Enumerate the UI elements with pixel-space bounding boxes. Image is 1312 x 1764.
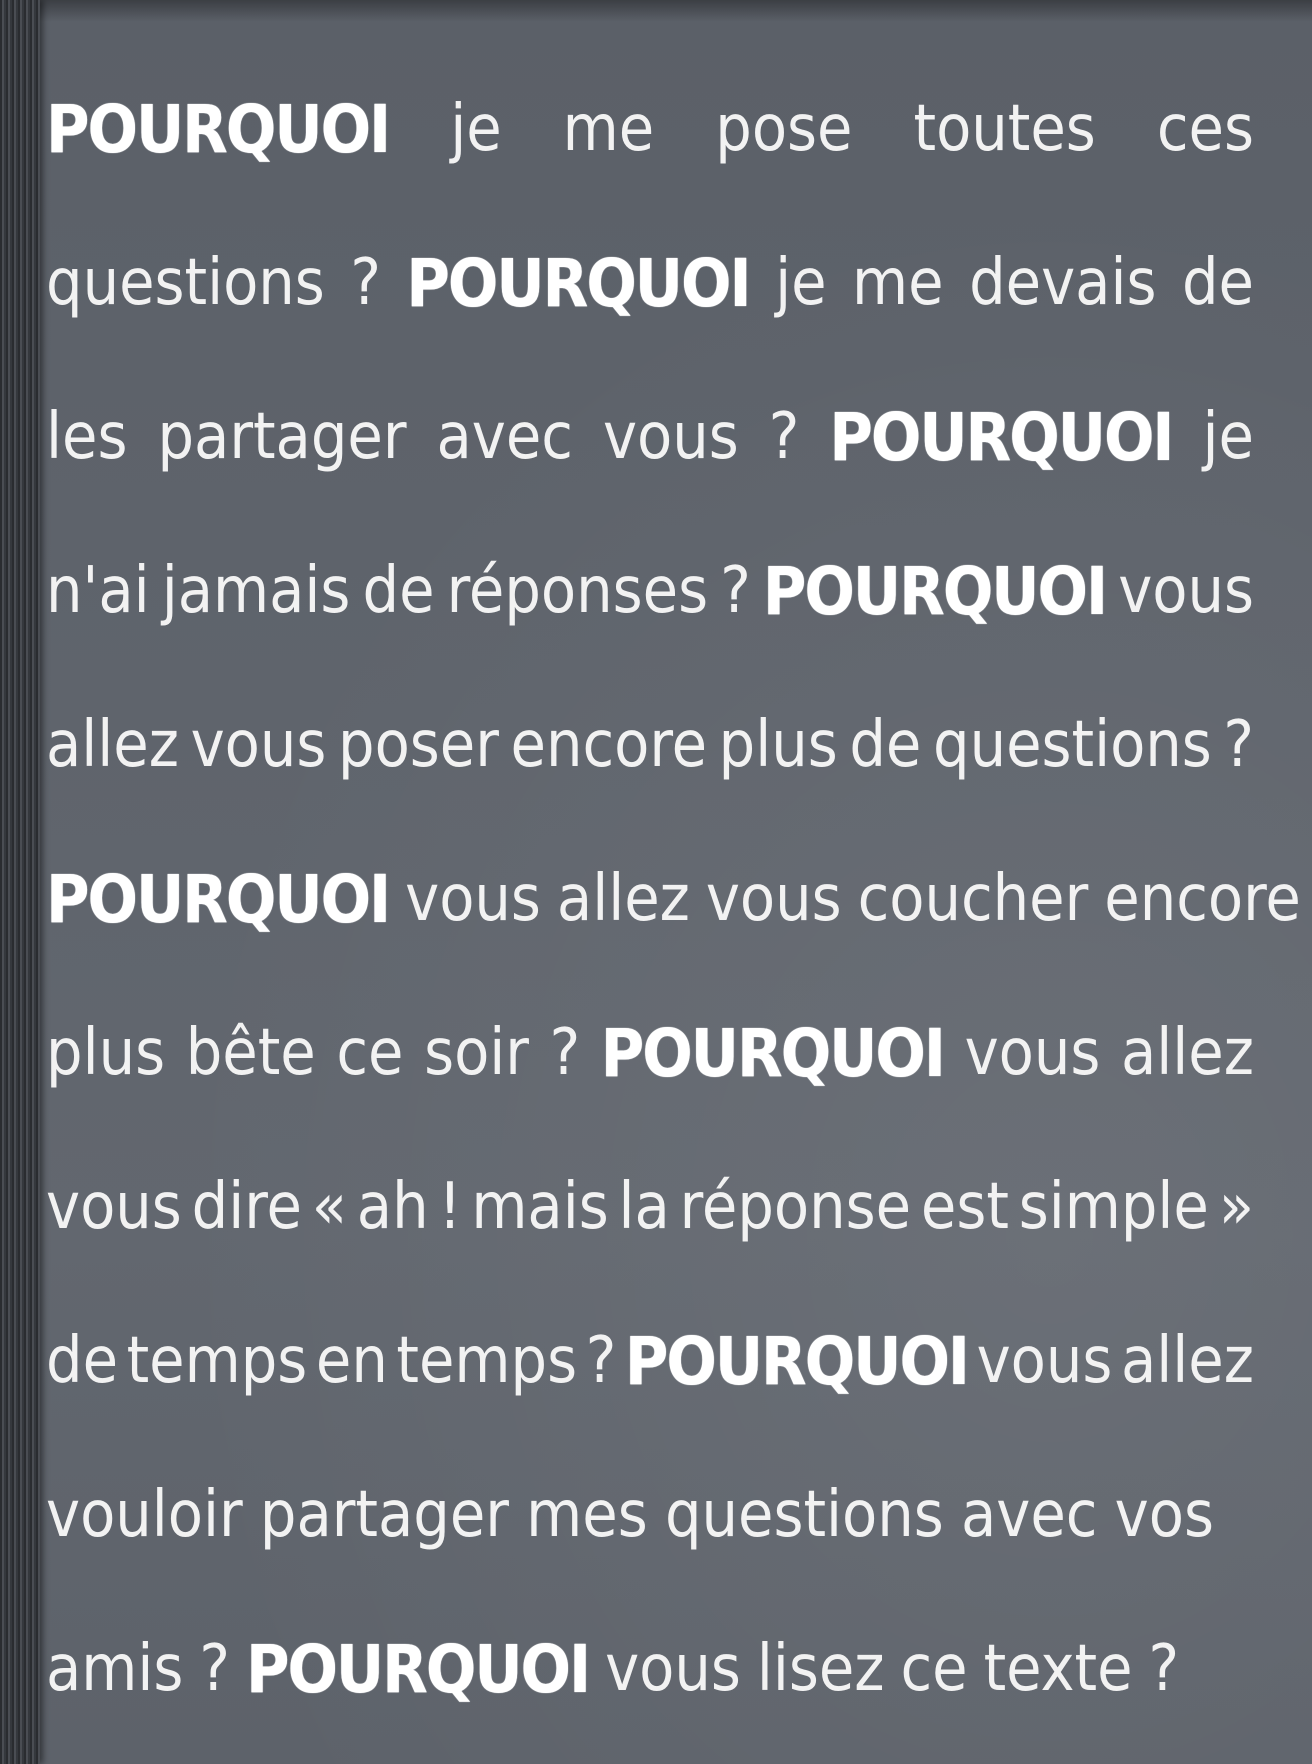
word: soir — [424, 1016, 529, 1090]
keyword-pourquoi: POURQUOI — [624, 1322, 970, 1400]
word: jamais — [161, 554, 351, 628]
keyword-pourquoi: POURQUOI — [406, 244, 751, 322]
keyword-pourquoi: POURQUOI — [829, 398, 1174, 476]
word: poser — [338, 708, 499, 782]
word: vous — [964, 1016, 1101, 1090]
word: de — [1181, 246, 1254, 320]
word: allez — [556, 862, 690, 936]
word: avec — [960, 1478, 1098, 1552]
word: questions — [664, 1478, 944, 1552]
word: plus — [46, 1016, 166, 1090]
word: ce — [900, 1632, 968, 1706]
word: lisez — [756, 1632, 885, 1706]
word: vos — [1114, 1478, 1214, 1552]
text-line-5: allez vous poser encore plus de question… — [46, 668, 1254, 822]
word: me — [562, 92, 655, 166]
word: amis — [46, 1632, 184, 1706]
word: ce — [336, 1016, 404, 1090]
keyword-pourquoi: POURQUOI — [762, 552, 1108, 630]
word: vouloir — [46, 1478, 243, 1552]
word: mais — [471, 1170, 609, 1244]
word: est — [920, 1170, 1009, 1244]
word: me — [852, 246, 944, 320]
word: dire — [191, 1170, 302, 1244]
word: réponses — [446, 554, 709, 628]
word: vous — [602, 400, 739, 474]
word: ? — [350, 246, 381, 320]
word: mes — [526, 1478, 648, 1552]
keyword-pourquoi: POURQUOI — [46, 90, 391, 168]
word: pose — [715, 92, 853, 166]
word: encore — [510, 708, 708, 782]
text-line-10: vouloir partager mes questions avec vos — [46, 1438, 1254, 1592]
word: questions — [46, 246, 325, 320]
word: partager — [259, 1478, 509, 1552]
word: de — [849, 708, 922, 782]
page-canvas: POURQUOI je me pose toutes ces questions… — [0, 0, 1312, 1764]
word: vous — [1118, 554, 1254, 628]
word: simple — [1018, 1170, 1209, 1244]
word: bête — [185, 1016, 316, 1090]
word: partager — [157, 400, 407, 474]
word: temps — [126, 1324, 308, 1398]
word: plus — [718, 708, 838, 782]
text-line-2: questions ? POURQUOI je me devais de — [46, 206, 1254, 360]
word: toutes — [913, 92, 1096, 166]
word: encore — [1104, 862, 1301, 936]
word: vous — [190, 708, 327, 782]
word: ? — [720, 554, 751, 628]
top-shadow — [40, 0, 1312, 22]
word: ah — [356, 1170, 429, 1244]
text-line-11: amis ? POURQUOI vous lisez ce texte ? — [46, 1592, 1254, 1746]
word: les — [46, 400, 128, 474]
keyword-pourquoi: POURQUOI — [600, 1014, 946, 1092]
text-line-4: n'ai jamais de réponses ? POURQUOI vous — [46, 514, 1254, 668]
word: questions — [933, 708, 1212, 782]
word: vous — [405, 862, 541, 936]
word: réponse — [679, 1170, 912, 1244]
word: je — [775, 246, 827, 320]
word: je — [1202, 400, 1254, 474]
text-line-8: vous dire « ah ! mais la réponse est sim… — [46, 1130, 1254, 1284]
text-block: POURQUOI je me pose toutes ces questions… — [46, 52, 1301, 1746]
word: « — [311, 1170, 347, 1244]
word: ? — [585, 1324, 617, 1398]
word: je — [450, 92, 502, 166]
book-binding — [0, 0, 40, 1764]
text-line-6: POURQUOI vous allez vous coucher encore — [46, 822, 1301, 976]
word: vous — [605, 1632, 741, 1706]
word: la — [618, 1170, 670, 1244]
word: ? — [1148, 1632, 1180, 1706]
word: avec — [436, 400, 573, 474]
text-line-3: les partager avec vous ? POURQUOI je — [46, 360, 1254, 514]
word: allez — [1121, 1016, 1254, 1090]
word: ? — [549, 1016, 581, 1090]
word: de — [362, 554, 435, 628]
word: ? — [199, 1632, 230, 1706]
word: ? — [1223, 708, 1254, 782]
text-line-9: de temps en temps ? POURQUOI vous allez — [46, 1284, 1254, 1438]
word: ! — [438, 1170, 462, 1244]
text-line-7: plus bête ce soir ? POURQUOI vous allez — [46, 976, 1254, 1130]
word: allez — [46, 708, 179, 782]
word: n'ai — [46, 554, 150, 628]
word: vous — [46, 1170, 182, 1244]
word: devais — [969, 246, 1157, 320]
word: de — [46, 1324, 118, 1398]
word: ces — [1156, 92, 1254, 166]
word: coucher — [857, 862, 1089, 936]
word: en — [315, 1324, 388, 1398]
word: ? — [768, 400, 800, 474]
keyword-pourquoi: POURQUOI — [245, 1630, 591, 1708]
text-line-1: POURQUOI je me pose toutes ces — [46, 52, 1254, 206]
word: allez — [1121, 1324, 1254, 1398]
word: temps — [396, 1324, 578, 1398]
word: vous — [976, 1324, 1113, 1398]
word: texte — [983, 1632, 1133, 1706]
word: vous — [705, 862, 842, 936]
keyword-pourquoi: POURQUOI — [46, 860, 391, 938]
word: » — [1218, 1170, 1254, 1244]
